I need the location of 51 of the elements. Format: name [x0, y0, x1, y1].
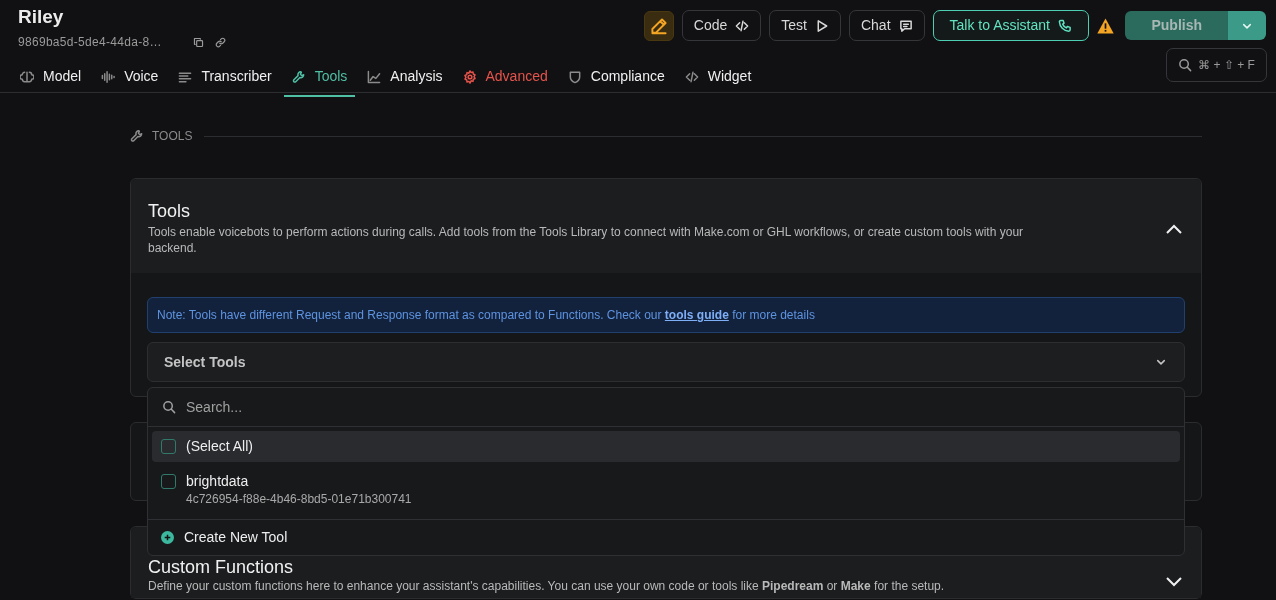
- card-title: Custom Functions: [148, 557, 295, 577]
- shield-icon: [567, 69, 582, 84]
- code-icon: [684, 69, 699, 84]
- section-label: TOOLS: [152, 128, 193, 145]
- assistant-id: 9869ba5d-5de4-44da-8…: [18, 34, 162, 51]
- checkbox[interactable]: [161, 439, 176, 454]
- tab[interactable]: Analysis: [359, 62, 451, 97]
- pencil-icon: [649, 16, 668, 35]
- header-button[interactable]: Test: [769, 10, 841, 41]
- wrench-icon: [291, 69, 306, 84]
- note-text: Note: Tools have different Request and Response format as compared to Functions. Check our tools guide for more details: [147, 297, 1185, 333]
- option-label: brightdata: [186, 473, 250, 490]
- tab[interactable]: Transcriber: [170, 62, 280, 97]
- card-description: Tools enable voicebots to perform actions during calls. Add tools from the Tools Library to connect with Make.com or GHL workflows, or create custom tools with your backend.: [148, 224, 1025, 256]
- code-icon: [735, 18, 750, 33]
- option-label: (Select All): [186, 438, 253, 455]
- search-button[interactable]: ⌘ + ⇧ + F: [1166, 48, 1267, 82]
- brain-icon: [20, 69, 34, 84]
- phone-icon: [1057, 18, 1072, 33]
- option-id: 4c726954-f88e-4b46-8bd5-01e71b300741: [186, 491, 412, 508]
- header-button[interactable]: Chat: [848, 10, 925, 41]
- chat-icon: [898, 18, 913, 33]
- option-item[interactable]: brightdata 4c726954-f88e-4b46-8bd5-01e71b300741: [152, 466, 1180, 515]
- card-description: Define your custom functions here to enhance your assistant's capabilities. You can use your own code or tools like Pipedream or Make for the setup.: [148, 578, 946, 594]
- edit-button[interactable]: [643, 10, 674, 41]
- link-icon[interactable]: [214, 36, 226, 48]
- talk-button[interactable]: Talk to Assistant: [932, 10, 1089, 41]
- warning-icon: [1096, 17, 1114, 34]
- copy-icon[interactable]: [192, 36, 204, 48]
- wrench-icon: [130, 129, 144, 143]
- tab[interactable]: Advanced: [454, 62, 556, 97]
- search-icon: [1178, 58, 1193, 72]
- tab[interactable]: Voice: [93, 62, 167, 97]
- waveform-icon: [101, 69, 116, 84]
- search-field[interactable]: Search...: [184, 395, 1170, 419]
- tab[interactable]: Tools: [283, 62, 356, 97]
- checkbox[interactable]: [161, 474, 176, 489]
- select-tools-dropdown[interactable]: Select Tools: [147, 342, 1185, 382]
- plus-icon: [161, 531, 174, 544]
- line-chart-icon: [367, 69, 382, 84]
- card-title: Tools: [148, 200, 192, 222]
- search-icon: [162, 400, 176, 414]
- tab[interactable]: Compliance: [559, 62, 673, 97]
- tools-guide-link[interactable]: tools guide: [664, 308, 729, 322]
- create-tool-button[interactable]: Create New Tool: [148, 519, 1184, 555]
- tab[interactable]: Model: [12, 62, 90, 97]
- header-button[interactable]: Code: [681, 10, 762, 41]
- option-item[interactable]: (Select All): [152, 431, 1180, 462]
- tab[interactable]: Widget: [676, 62, 760, 97]
- assistant-name: Riley: [18, 5, 64, 29]
- gear-icon: [462, 69, 477, 84]
